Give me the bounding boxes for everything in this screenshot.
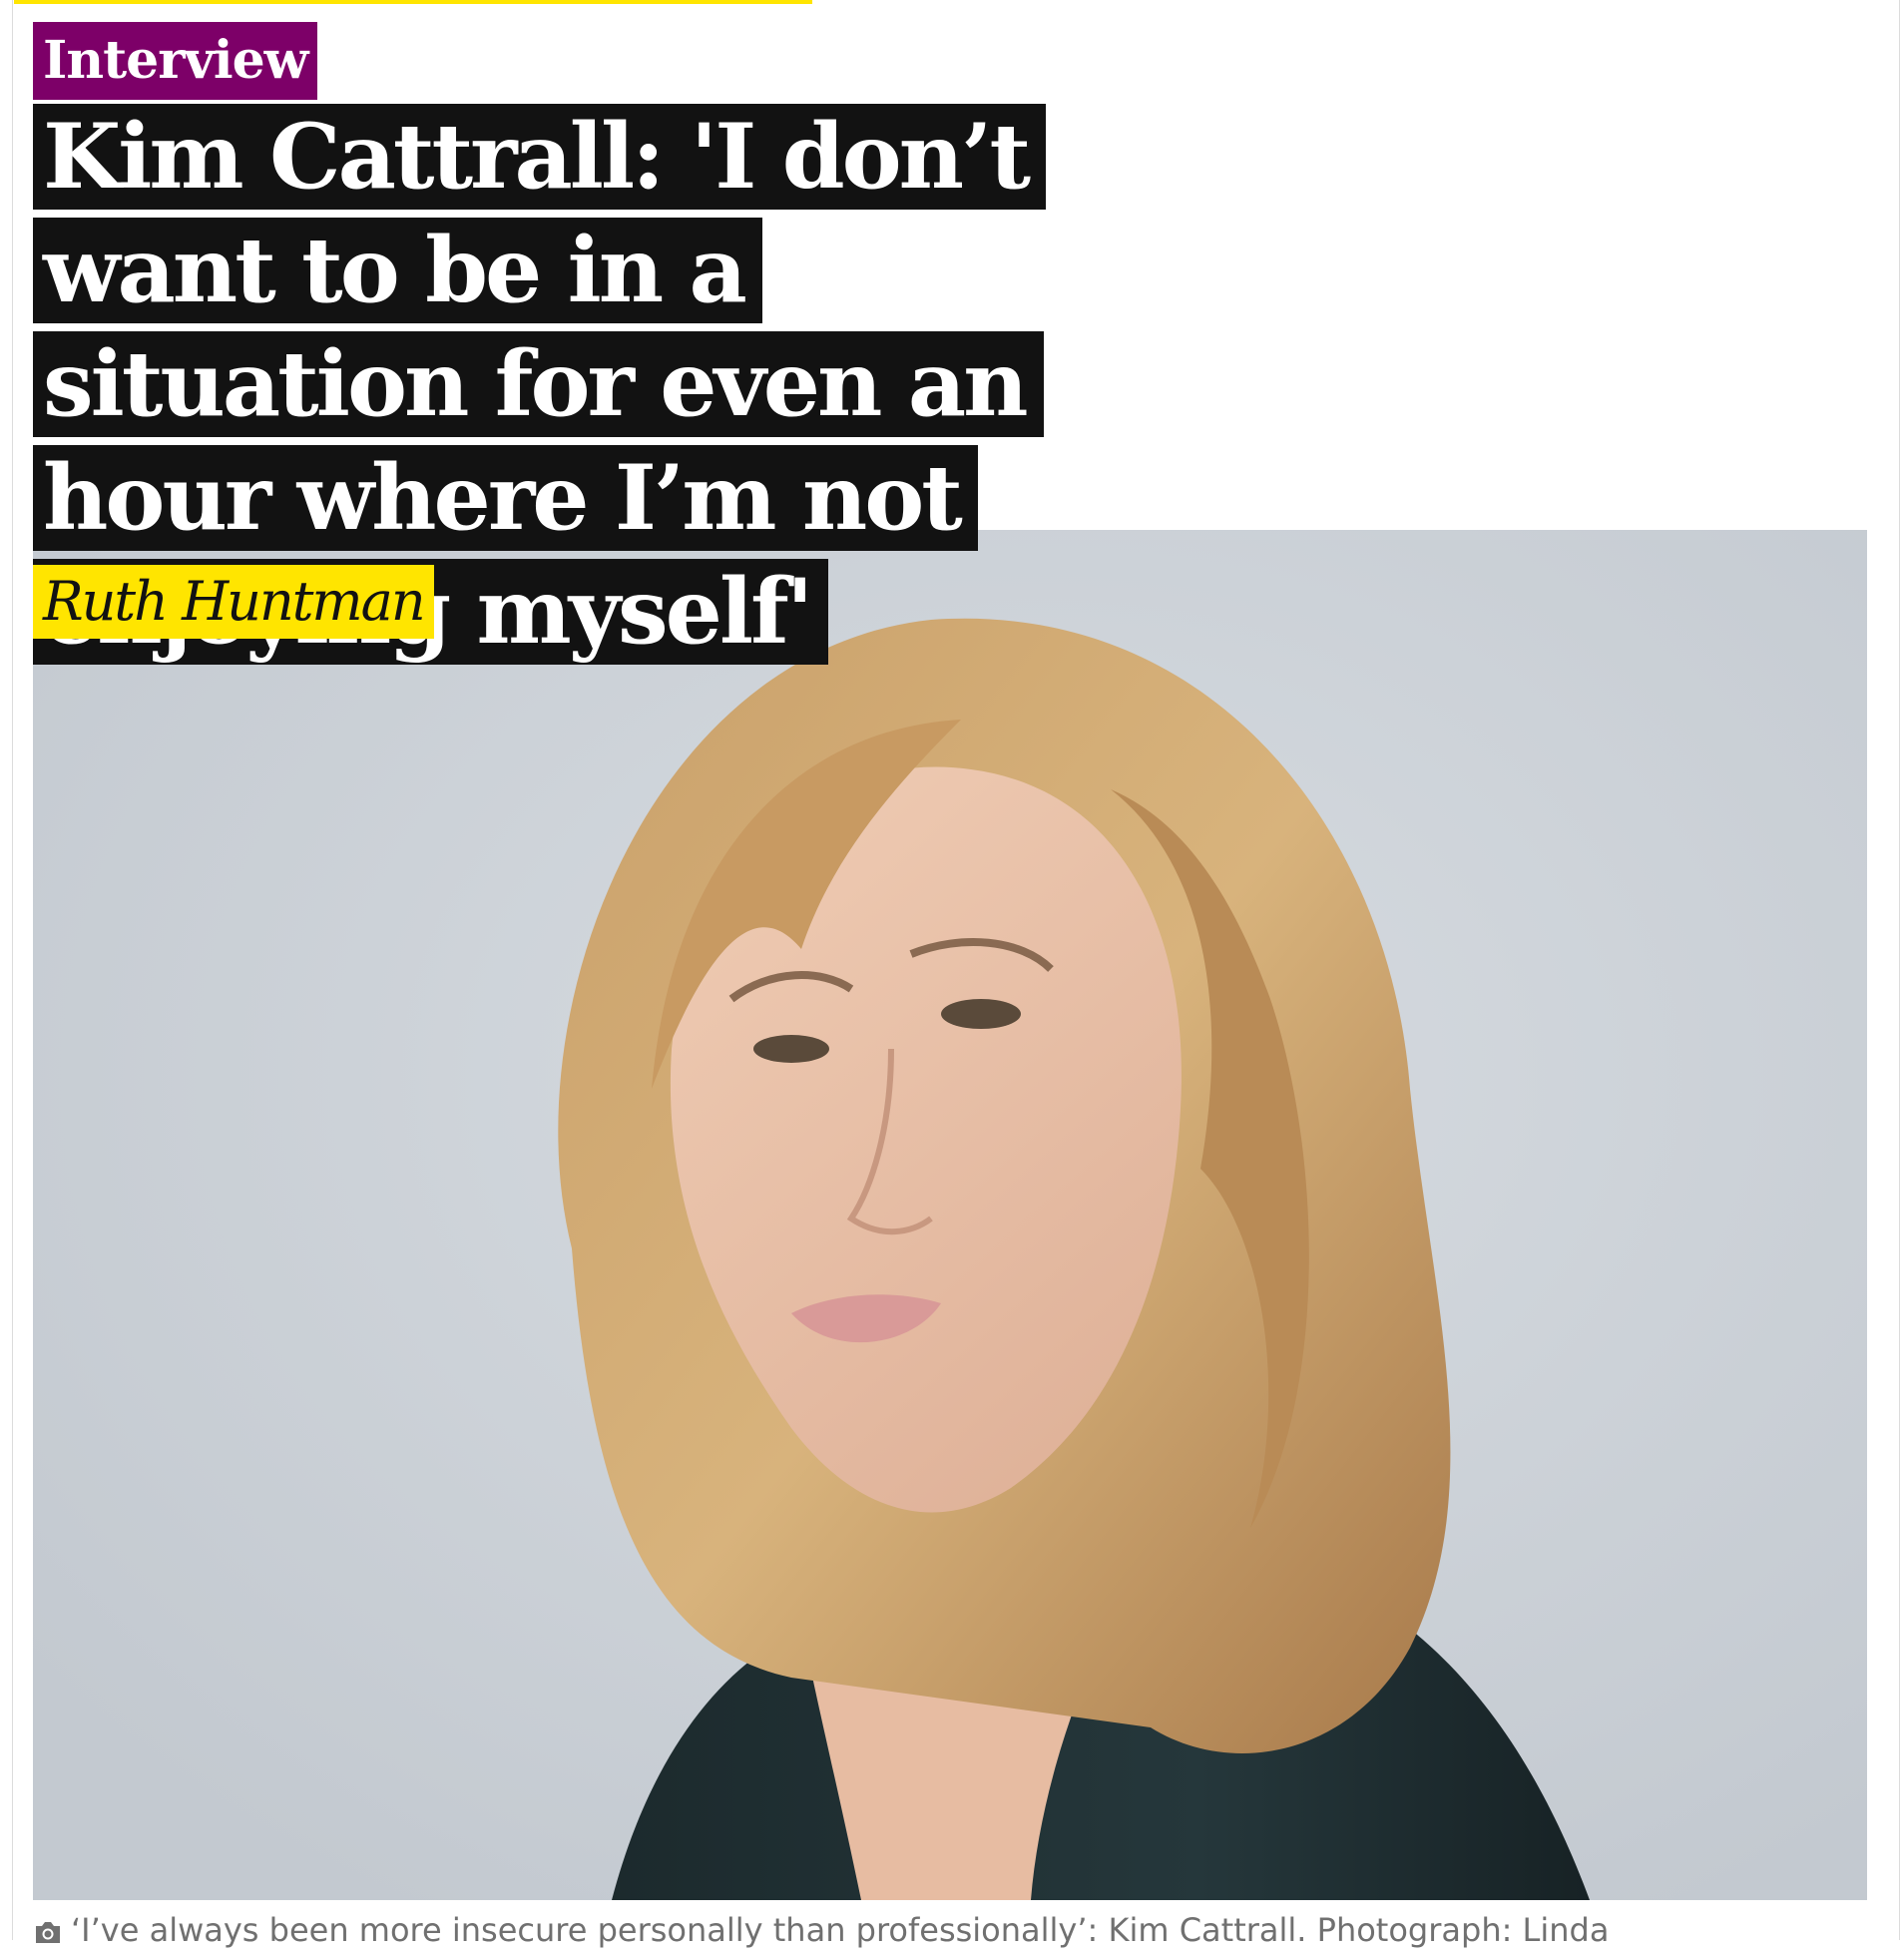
kicker-label[interactable]: Interview [33,22,318,100]
camera-icon [33,1912,63,1956]
hero-image[interactable] [33,530,1867,1900]
top-accent-bar [14,0,812,4]
portrait-illustration [33,530,1867,1900]
image-caption: ‘I’ve always been more insecure personal… [33,1908,1869,1956]
caption-text: ‘I’ve always been more insecure personal… [71,1911,1610,1949]
author-byline[interactable]: Ruth Huntman [33,565,434,639]
